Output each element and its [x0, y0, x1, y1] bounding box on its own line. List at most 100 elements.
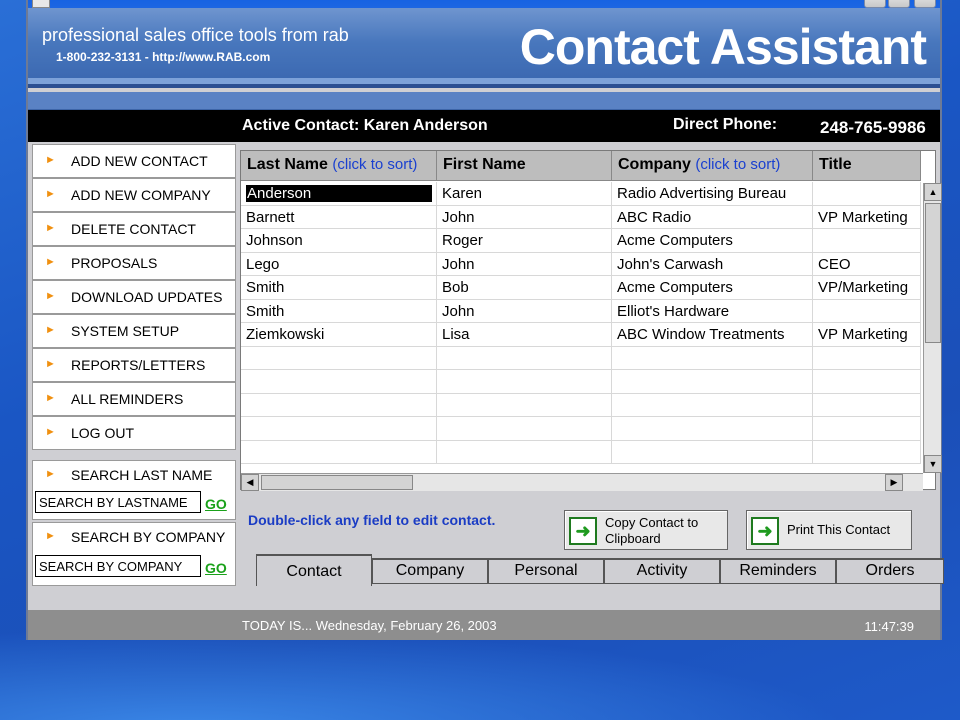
maximize-button[interactable]: [888, 0, 910, 8]
table-cell[interactable]: [437, 440, 612, 464]
search-company-go-button[interactable]: GO: [205, 560, 227, 576]
nav-delete-contact[interactable]: ► DELETE CONTACT: [32, 212, 236, 246]
nav-log-out[interactable]: ► LOG OUT: [32, 416, 236, 450]
copy-contact-button[interactable]: ➜ Copy Contact to Clipboard: [564, 510, 728, 550]
table-cell[interactable]: Karen: [437, 182, 612, 206]
table-row[interactable]: Barnett John ABC Radio VP Marketing: [241, 205, 921, 229]
column-header-title[interactable]: Title: [813, 151, 921, 181]
table-cell[interactable]: [437, 370, 612, 394]
table-row[interactable]: Lego John John's Carwash CEO: [241, 252, 921, 276]
table-cell[interactable]: [437, 393, 612, 417]
table-row[interactable]: Anderson Karen Radio Advertising Bureau: [241, 182, 921, 206]
cell-text: VP Marketing: [818, 326, 908, 343]
table-row[interactable]: Smith Bob Acme Computers VP/Marketing: [241, 276, 921, 300]
minimize-button[interactable]: [864, 0, 886, 8]
tab-reminders[interactable]: Reminders: [720, 558, 836, 584]
table-cell[interactable]: [612, 393, 813, 417]
nav-add-new-company[interactable]: ► ADD NEW COMPANY: [32, 178, 236, 212]
table-cell[interactable]: Bob: [437, 276, 612, 300]
table-cell[interactable]: [813, 182, 921, 206]
tab-personal[interactable]: Personal: [488, 558, 604, 584]
table-cell[interactable]: [813, 299, 921, 323]
column-header-first-name[interactable]: First Name: [437, 151, 612, 181]
table-cell[interactable]: [612, 440, 813, 464]
nav-all-reminders[interactable]: ► ALL REMINDERS: [32, 382, 236, 416]
table-row[interactable]: [241, 417, 921, 441]
table-cell[interactable]: John: [437, 205, 612, 229]
table-cell[interactable]: Lego: [241, 252, 437, 276]
table-cell[interactable]: [813, 440, 921, 464]
search-lastname-input[interactable]: [35, 491, 201, 513]
table-cell[interactable]: Acme Computers: [612, 229, 813, 253]
scroll-left-icon[interactable]: ◀: [241, 474, 259, 491]
scroll-thumb[interactable]: [925, 203, 941, 343]
table-cell[interactable]: [241, 346, 437, 370]
table-cell[interactable]: John's Carwash: [612, 252, 813, 276]
scroll-down-icon[interactable]: ▼: [924, 455, 942, 473]
copy-contact-line1: Copy Contact to: [605, 515, 699, 530]
table-cell[interactable]: Johnson: [241, 229, 437, 253]
table-cell[interactable]: Elliot's Hardware: [612, 299, 813, 323]
table-cell[interactable]: CEO: [813, 252, 921, 276]
table-cell[interactable]: Smith: [241, 276, 437, 300]
table-cell[interactable]: VP Marketing: [813, 323, 921, 347]
table-row[interactable]: Johnson Roger Acme Computers: [241, 229, 921, 253]
nav-system-setup[interactable]: ► SYSTEM SETUP: [32, 314, 236, 348]
table-cell[interactable]: John: [437, 252, 612, 276]
table-row[interactable]: [241, 346, 921, 370]
table-cell[interactable]: [241, 417, 437, 441]
scroll-thumb-horizontal[interactable]: [261, 475, 413, 490]
print-contact-button[interactable]: ➜ Print This Contact: [746, 510, 912, 550]
table-cell[interactable]: [612, 417, 813, 441]
table-cell[interactable]: Smith: [241, 299, 437, 323]
table-cell[interactable]: [813, 393, 921, 417]
column-header-last-name[interactable]: Last Name (click to sort): [241, 151, 437, 181]
table-cell[interactable]: [612, 346, 813, 370]
nav-reports-letters[interactable]: ► REPORTS/LETTERS: [32, 348, 236, 382]
table-cell[interactable]: [241, 370, 437, 394]
table-cell[interactable]: VP/Marketing: [813, 276, 921, 300]
table-row[interactable]: [241, 440, 921, 464]
table-cell[interactable]: Lisa: [437, 323, 612, 347]
table-cell[interactable]: Barnett: [241, 205, 437, 229]
table-row[interactable]: Ziemkowski Lisa ABC Window Treatments VP Ma…: [241, 323, 921, 347]
table-cell[interactable]: [813, 370, 921, 394]
table-row[interactable]: [241, 370, 921, 394]
table-cell[interactable]: [437, 346, 612, 370]
search-company-input[interactable]: [35, 555, 201, 577]
table-cell[interactable]: [813, 229, 921, 253]
table-cell[interactable]: Anderson: [241, 182, 437, 206]
table-cell[interactable]: Roger: [437, 229, 612, 253]
tab-contact[interactable]: Contact: [256, 554, 372, 586]
close-button[interactable]: [914, 0, 936, 8]
horizontal-scrollbar[interactable]: ◀ ▶: [241, 473, 923, 491]
nav-download-updates[interactable]: ► DOWNLOAD UPDATES: [32, 280, 236, 314]
table-cell[interactable]: Radio Advertising Bureau: [612, 182, 813, 206]
table-cell[interactable]: ABC Window Treatments: [612, 323, 813, 347]
table-row[interactable]: Smith John Elliot's Hardware: [241, 299, 921, 323]
nav-add-new-contact[interactable]: ► ADD NEW CONTACT: [32, 144, 236, 178]
table-row[interactable]: [241, 393, 921, 417]
edit-hint: Double-click any field to edit contact.: [248, 512, 496, 528]
tab-activity[interactable]: Activity: [604, 558, 720, 584]
vertical-scrollbar[interactable]: ▲ ▼: [923, 183, 942, 473]
table-cell[interactable]: Acme Computers: [612, 276, 813, 300]
tab-orders[interactable]: Orders: [836, 558, 944, 584]
scroll-right-icon[interactable]: ▶: [885, 474, 903, 491]
table-cell[interactable]: VP Marketing: [813, 205, 921, 229]
table-cell[interactable]: [813, 417, 921, 441]
table-cell[interactable]: [813, 346, 921, 370]
table-cell[interactable]: John: [437, 299, 612, 323]
table-cell[interactable]: ABC Radio: [612, 205, 813, 229]
scroll-up-icon[interactable]: ▲: [924, 183, 942, 201]
table-cell[interactable]: [241, 440, 437, 464]
nav-proposals[interactable]: ► PROPOSALS: [32, 246, 236, 280]
search-lastname-go-button[interactable]: GO: [205, 496, 227, 512]
table-cell[interactable]: [437, 417, 612, 441]
tab-company[interactable]: Company: [372, 558, 488, 584]
table-cell[interactable]: [241, 393, 437, 417]
table-cell[interactable]: Ziemkowski: [241, 323, 437, 347]
table-cell[interactable]: [612, 370, 813, 394]
column-header-company[interactable]: Company (click to sort): [612, 151, 813, 181]
arrow-icon: ►: [45, 426, 56, 438]
